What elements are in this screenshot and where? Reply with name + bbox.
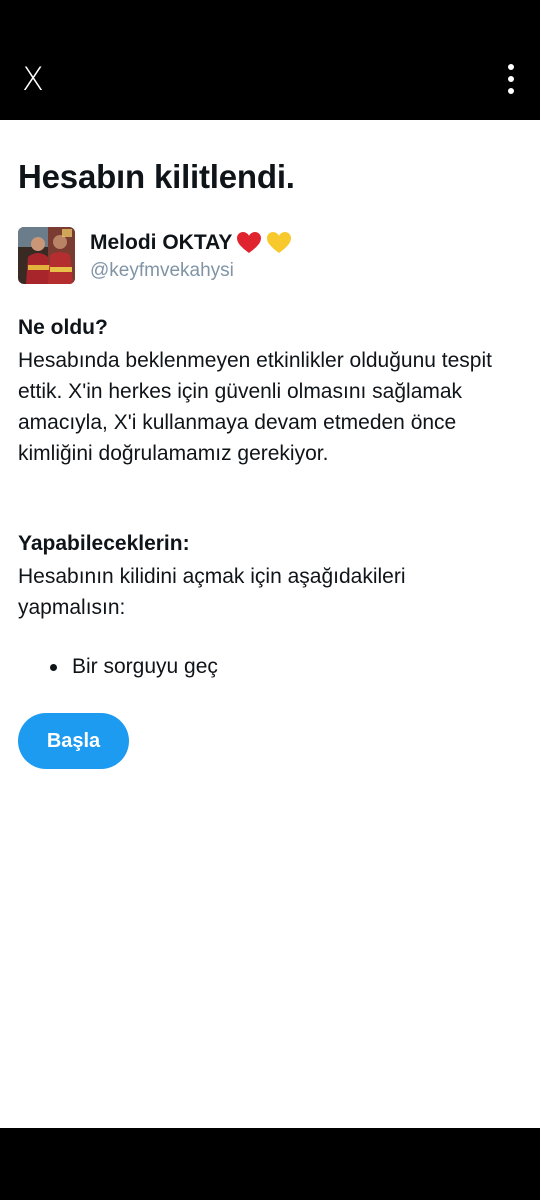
what-happened-body: Hesabında beklenmeyen etkinlikler olduğu…	[18, 349, 492, 465]
more-options-icon[interactable]	[506, 62, 516, 96]
page-title: Hesabın kilitlendi.	[18, 158, 295, 195]
top-app-bar: X	[0, 0, 540, 120]
list-item: Bir sorguyu geç	[50, 655, 218, 679]
locked-account-page: Hesabın kilitlendi. Melodi OKTAY @keyfmv…	[0, 120, 540, 1128]
close-button[interactable]: X	[22, 62, 50, 96]
what-you-can-do-heading: Yapabileceklerin:	[18, 532, 190, 555]
what-you-can-do-body: Hesabının kilidini açmak için aşağıdakil…	[18, 565, 406, 619]
yellow-heart-icon	[267, 232, 292, 253]
system-navigation-bar	[0, 1128, 540, 1200]
bullet-dot-icon	[50, 663, 57, 671]
start-button[interactable]: Başla	[18, 713, 129, 769]
what-happened-heading: Ne oldu?	[18, 316, 108, 339]
avatar	[18, 227, 75, 284]
list-item-text: Bir sorguyu geç	[72, 655, 218, 678]
display-name-text: Melodi OKTAY	[90, 231, 233, 254]
display-name: Melodi OKTAY	[90, 231, 292, 255]
username-handle: @keyfmvekahysi	[90, 260, 234, 281]
account-card: Melodi OKTAY @keyfmvekahysi	[18, 227, 518, 285]
red-heart-icon	[237, 232, 262, 253]
